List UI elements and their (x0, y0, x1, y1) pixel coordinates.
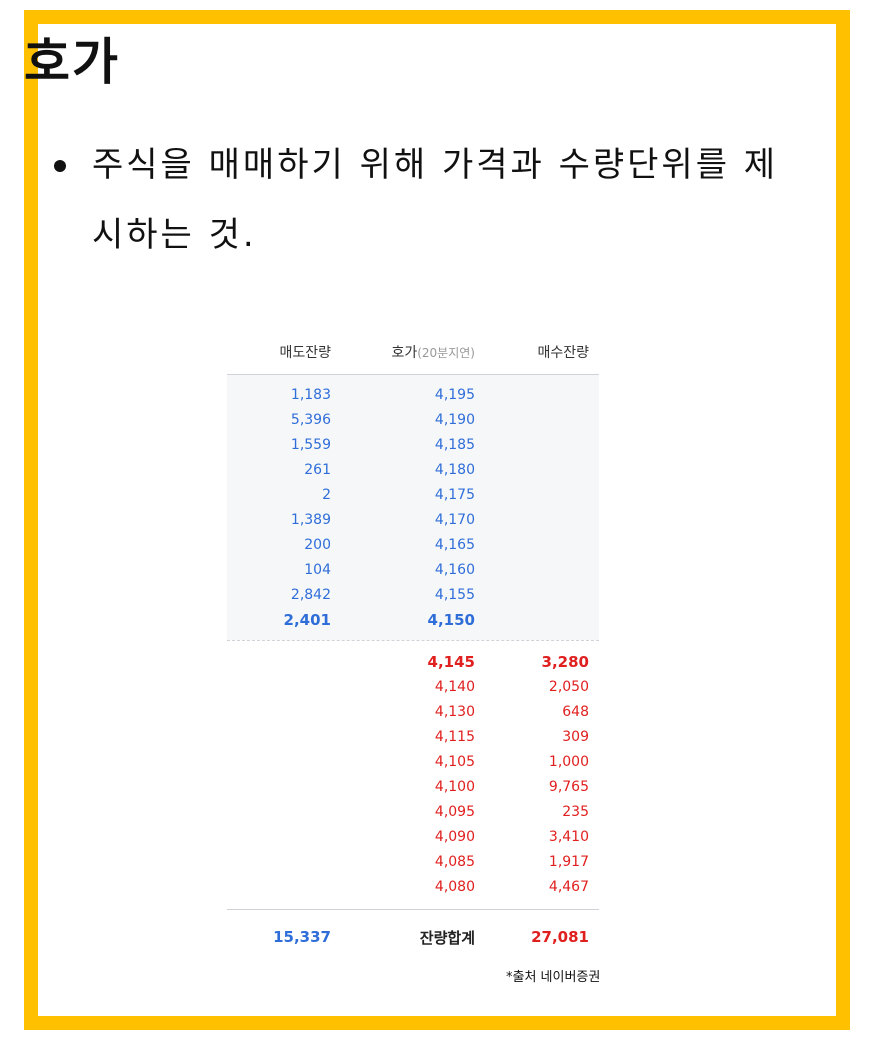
orderbook-header: 매도잔량 호가(20분지연) 매수잔량 (227, 330, 599, 375)
ask-price: 4,195 (434, 386, 475, 403)
ask-qty: 261 (304, 461, 331, 478)
ask-qty: 1,389 (290, 511, 331, 528)
ask-row: 261 4,180 (227, 457, 599, 482)
bid-price: 4,105 (434, 753, 475, 770)
ask-price: 4,185 (434, 436, 475, 453)
orderbook-table: 매도잔량 호가(20분지연) 매수잔량 1,183 4,195 5,396 4,19… (227, 330, 599, 964)
ask-qty: 5,396 (290, 411, 331, 428)
bid-qty: 4,467 (548, 878, 589, 895)
ask-row: 1,183 4,195 (227, 382, 599, 407)
ask-row: 1,389 4,170 (227, 507, 599, 532)
bid-price: 4,115 (434, 728, 475, 745)
ask-qty: 104 (304, 561, 331, 578)
ask-price: 4,150 (427, 610, 475, 629)
bid-qty: 648 (562, 703, 589, 720)
ask-price: 4,170 (434, 511, 475, 528)
source-note: *출처 네이버증권 (506, 970, 601, 985)
ask-qty: 1,559 (290, 436, 331, 453)
ask-qty: 2 (322, 486, 331, 503)
bid-qty: 1,917 (548, 853, 589, 870)
bid-row: 4,085 1,917 (227, 849, 599, 874)
ask-row: 200 4,165 (227, 532, 599, 557)
bid-price: 4,085 (434, 853, 475, 870)
bid-row: 4,140 2,050 (227, 674, 599, 699)
slide-title: 호가 (24, 33, 120, 91)
bid-qty: 3,410 (548, 828, 589, 845)
ask-price: 4,175 (434, 486, 475, 503)
ask-price: 4,180 (434, 461, 475, 478)
ask-price: 4,160 (434, 561, 475, 578)
bullet-text: 주식을 매매하기 위해 가격과 수량단위를 제시하는 것. (92, 145, 779, 255)
best-ask-row: 2,401 4,150 (227, 607, 599, 632)
header-price-note: (20분지연) (417, 346, 475, 360)
bid-price: 4,130 (434, 703, 475, 720)
bid-rows: 4,145 3,280 4,140 2,050 4,130 648 4,115 309 … (227, 640, 599, 910)
bid-price: 4,095 (434, 803, 475, 820)
bid-qty: 309 (562, 728, 589, 745)
header-buy-qty: 매수잔량 (537, 345, 589, 361)
ask-row: 1,559 4,185 (227, 432, 599, 457)
bid-price: 4,145 (427, 652, 475, 671)
header-price-label: 호가 (391, 345, 418, 361)
ask-price: 4,155 (434, 586, 475, 603)
ask-price: 4,190 (434, 411, 475, 428)
ask-qty: 2,401 (283, 610, 331, 629)
bid-qty: 235 (562, 803, 589, 820)
bid-qty: 2,050 (548, 678, 589, 695)
bid-price: 4,100 (434, 778, 475, 795)
best-bid-row: 4,145 3,280 (227, 649, 599, 674)
bid-price: 4,140 (434, 678, 475, 695)
total-buy-qty: 27,081 (531, 928, 589, 946)
ask-row: 104 4,160 (227, 557, 599, 582)
ask-qty: 2,842 (290, 586, 331, 603)
orderbook-total-row: 15,337 잔량합계 27,081 (227, 910, 599, 964)
bullet-dot-icon (54, 160, 66, 172)
bid-row: 4,100 9,765 (227, 774, 599, 799)
bid-row: 4,105 1,000 (227, 749, 599, 774)
ask-row: 2 4,175 (227, 482, 599, 507)
header-sell-qty: 매도잔량 (279, 345, 331, 361)
header-price: 호가(20분지연) (331, 342, 475, 362)
bid-row: 4,130 648 (227, 699, 599, 724)
bid-price: 4,080 (434, 878, 475, 895)
bid-row: 4,080 4,467 (227, 874, 599, 899)
bid-qty: 1,000 (548, 753, 589, 770)
total-label: 잔량합계 (419, 928, 475, 947)
bid-row: 4,090 3,410 (227, 824, 599, 849)
ask-qty: 1,183 (290, 386, 331, 403)
ask-rows: 1,183 4,195 5,396 4,190 1,559 4,185 261 4,18… (227, 375, 599, 640)
ask-qty: 200 (304, 536, 331, 553)
ask-row: 5,396 4,190 (227, 407, 599, 432)
bid-row: 4,115 309 (227, 724, 599, 749)
bid-qty: 3,280 (541, 652, 589, 671)
bid-qty: 9,765 (548, 778, 589, 795)
total-sell-qty: 15,337 (273, 928, 331, 946)
bid-price: 4,090 (434, 828, 475, 845)
bid-row: 4,095 235 (227, 799, 599, 824)
ask-row: 2,842 4,155 (227, 582, 599, 607)
ask-price: 4,165 (434, 536, 475, 553)
